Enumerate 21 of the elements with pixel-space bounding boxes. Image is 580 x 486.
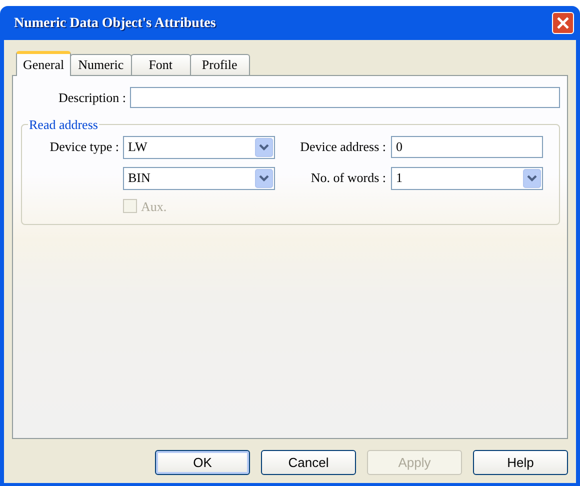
close-button[interactable] xyxy=(552,12,574,34)
device-address-field[interactable]: 0 xyxy=(391,136,543,158)
dialog-button[interactable]: Help xyxy=(473,450,568,475)
field-label: No. of words : xyxy=(310,169,386,188)
dialog-button[interactable]: Cancel xyxy=(261,450,356,475)
field-label: Device type : xyxy=(48,138,119,156)
tab[interactable]: Font xyxy=(130,54,191,75)
field-label: Device address : xyxy=(299,138,386,156)
close-icon xyxy=(557,17,569,29)
tab[interactable]: General xyxy=(16,51,72,76)
tab[interactable]: Numeric xyxy=(70,54,132,75)
format-dropdown[interactable]: BIN xyxy=(123,166,275,190)
window-title: Numeric Data Object's Attributes xyxy=(14,14,216,32)
dialog-button[interactable]: OK xyxy=(155,450,250,475)
tab[interactable]: Profile xyxy=(190,54,250,75)
device-type-dropdown[interactable]: LW xyxy=(123,136,275,158)
group-title: Read address xyxy=(28,116,99,134)
field-label: Description : xyxy=(57,88,126,107)
description-field[interactable] xyxy=(130,87,560,108)
checkbox-label: Aux. xyxy=(141,198,167,216)
words-dropdown[interactable]: 1 xyxy=(391,166,543,190)
